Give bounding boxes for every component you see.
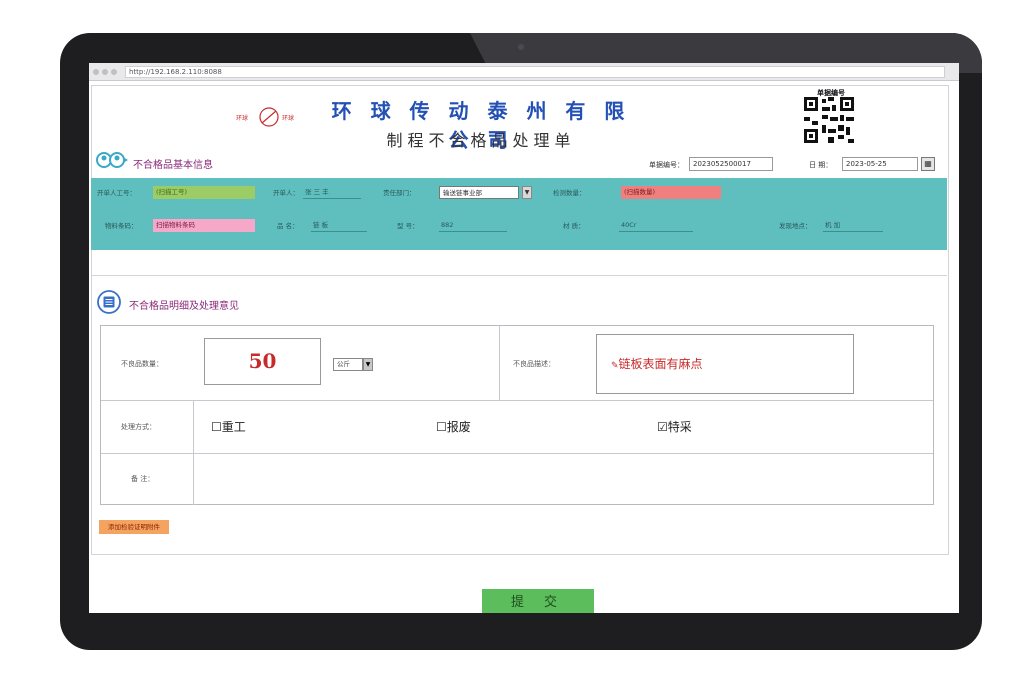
qty-field[interactable]: 50: [204, 338, 321, 385]
location-label: 发现地点：: [779, 222, 812, 230]
section-divider: [91, 275, 947, 276]
qty-label: 不良品数量：: [121, 360, 163, 368]
date-label: 日 期：: [809, 161, 833, 169]
basic-info-panel: 开单人工号： (扫描工号) 开单人： 张 三 丰 责任部门： 输送链事业部 ▼ …: [91, 178, 947, 250]
concession-label: 特采: [667, 420, 692, 434]
inspect-qty-label: 检测数量：: [553, 189, 586, 197]
document-title: 制程不合格品处理单: [386, 131, 576, 150]
qr-code-icon: [804, 97, 854, 143]
company-logo: 环球 环球: [236, 107, 294, 127]
operator-id-field[interactable]: (扫描工号): [153, 186, 255, 199]
dept-select[interactable]: 输送链事业部: [439, 186, 519, 199]
remark-label: 备 注：: [131, 475, 155, 483]
model-label: 型 号：: [397, 222, 419, 230]
rework-label: 重工: [221, 420, 246, 434]
dept-label: 责任部门：: [383, 189, 416, 197]
option-rework[interactable]: ☐重工: [211, 418, 246, 435]
attach-proof-button[interactable]: 添加检验证明附件: [99, 520, 169, 534]
date-field[interactable]: 2023-05-25: [842, 157, 918, 171]
unit-dropdown-icon[interactable]: ▼: [363, 358, 373, 371]
unit-select[interactable]: 公斤: [333, 358, 363, 371]
product-name-label: 品 名：: [277, 222, 299, 230]
submit-button[interactable]: 提 交: [482, 589, 594, 613]
material-code-field[interactable]: 扫描物料条码: [153, 219, 255, 232]
doc-no-label: 单据编号：: [649, 161, 684, 169]
people-icon: [96, 152, 128, 168]
inspect-qty-field[interactable]: (扫描数量): [621, 186, 721, 199]
operator-id-label: 开单人工号：: [97, 189, 136, 197]
defect-field[interactable]: ✎链板表面有麻点: [596, 334, 854, 394]
operator-field[interactable]: 张 三 丰: [303, 186, 361, 199]
detail-table: 不良品数量： 50 公斤 ▼ 不良品描述： ✎链板表面有麻点 处理方式： ☐重工…: [100, 325, 934, 505]
browser-bar: http://192.168.2.110:8088: [89, 63, 959, 81]
material-label: 材 质：: [563, 222, 585, 230]
window-controls: [93, 69, 117, 75]
tablet-screen: http://192.168.2.110:8088 环球 环球 环 球 传 动 …: [89, 63, 959, 613]
option-concession[interactable]: ☑特采: [657, 418, 692, 435]
logo-text-right: 环球: [282, 114, 294, 122]
address-bar[interactable]: http://192.168.2.110:8088: [125, 66, 945, 78]
remark-field[interactable]: [195, 455, 931, 503]
edit-icon: ✎: [611, 361, 619, 371]
detail-section-title: 不合格品明细及处理意见: [129, 301, 239, 312]
scrap-checkbox[interactable]: ☐: [436, 420, 447, 434]
option-scrap[interactable]: ☐报废: [436, 418, 471, 435]
operator-label: 开单人：: [273, 189, 299, 197]
camera-dot: [518, 44, 524, 50]
dept-dropdown-icon[interactable]: ▼: [522, 186, 532, 199]
rework-checkbox[interactable]: ☐: [211, 420, 222, 434]
method-label: 处理方式：: [121, 423, 156, 431]
defect-label: 不良品描述：: [513, 360, 555, 368]
model-field[interactable]: 882: [439, 219, 507, 232]
material-code-label: 物料条码：: [105, 222, 138, 230]
material-field[interactable]: 40Cr: [619, 219, 693, 232]
doc-no-field[interactable]: 2023052500017: [689, 157, 773, 171]
document-icon: [97, 290, 121, 314]
location-field[interactable]: 机 加: [823, 219, 883, 232]
basic-info-title: 不合格品基本信息: [133, 160, 213, 171]
logo-text-left: 环球: [236, 114, 248, 122]
product-name-field[interactable]: 链 板: [311, 219, 367, 232]
scrap-label: 报废: [446, 420, 471, 434]
concession-checkbox[interactable]: ☑: [657, 420, 668, 434]
calendar-icon[interactable]: ▦: [921, 157, 935, 171]
defect-value: 链板表面有麻点: [618, 357, 703, 371]
